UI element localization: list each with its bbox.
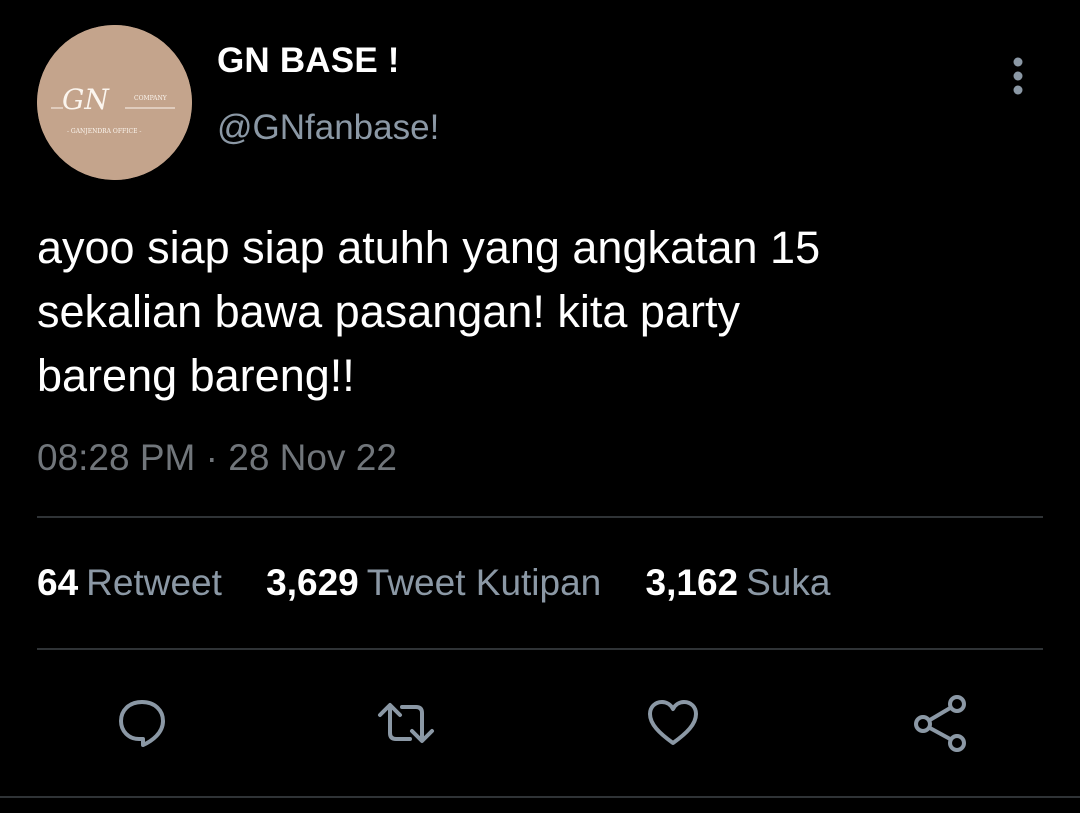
tweet-stats: 64 Retweet 3,629 Tweet Kutipan 3,162 Suka bbox=[37, 562, 864, 604]
reply-button[interactable] bbox=[107, 688, 177, 758]
retweet-count: 64 bbox=[37, 562, 79, 603]
quote-tweet-stat[interactable]: 3,629 Tweet Kutipan bbox=[266, 562, 601, 604]
quote-tweet-count: 3,629 bbox=[266, 562, 359, 603]
retweet-button[interactable] bbox=[371, 688, 441, 758]
svg-text:- GANJENDRA OFFICE -: - GANJENDRA OFFICE - bbox=[67, 128, 141, 135]
vertical-dots-icon bbox=[1013, 57, 1023, 95]
speech-bubble-icon bbox=[119, 700, 165, 747]
like-stat[interactable]: 3,162 Suka bbox=[646, 562, 831, 604]
more-options-button[interactable] bbox=[996, 52, 1040, 102]
author-display-name[interactable]: GN BASE ! bbox=[217, 41, 400, 81]
tweet-timestamp[interactable]: 08:28 PM · 28 Nov 22 bbox=[37, 437, 397, 479]
like-button[interactable] bbox=[638, 688, 708, 758]
divider bbox=[37, 516, 1043, 518]
divider bbox=[37, 648, 1043, 650]
svg-text:COMPANY: COMPANY bbox=[134, 95, 168, 102]
tweet-text-line: sekalian bawa pasangan! kita party bbox=[37, 286, 740, 337]
heart-icon bbox=[648, 700, 698, 745]
share-button[interactable] bbox=[905, 688, 975, 758]
like-label: Suka bbox=[746, 562, 831, 603]
svg-text:GN: GN bbox=[62, 83, 110, 116]
share-nodes-icon bbox=[914, 695, 966, 752]
tweet-text-line: ayoo siap siap atuhh yang angkatan 15 bbox=[37, 222, 821, 273]
tweet-text-line: bareng bareng!! bbox=[37, 350, 355, 401]
author-handle[interactable]: @GNfanbase! bbox=[217, 108, 439, 148]
gn-company-logo: GN COMPANY - GANJENDRA OFFICE - bbox=[37, 25, 192, 180]
retweet-label: Retweet bbox=[86, 562, 222, 603]
quote-tweet-label: Tweet Kutipan bbox=[366, 562, 602, 603]
like-count: 3,162 bbox=[645, 562, 739, 603]
author-avatar[interactable]: GN COMPANY - GANJENDRA OFFICE - bbox=[37, 25, 192, 180]
bottom-divider bbox=[0, 796, 1080, 798]
tweet-text: ayoo siap siap atuhh yang angkatan 15 se… bbox=[37, 216, 1037, 408]
retweet-arrows-icon bbox=[378, 703, 434, 743]
retweet-stat[interactable]: 64 Retweet bbox=[37, 562, 222, 604]
